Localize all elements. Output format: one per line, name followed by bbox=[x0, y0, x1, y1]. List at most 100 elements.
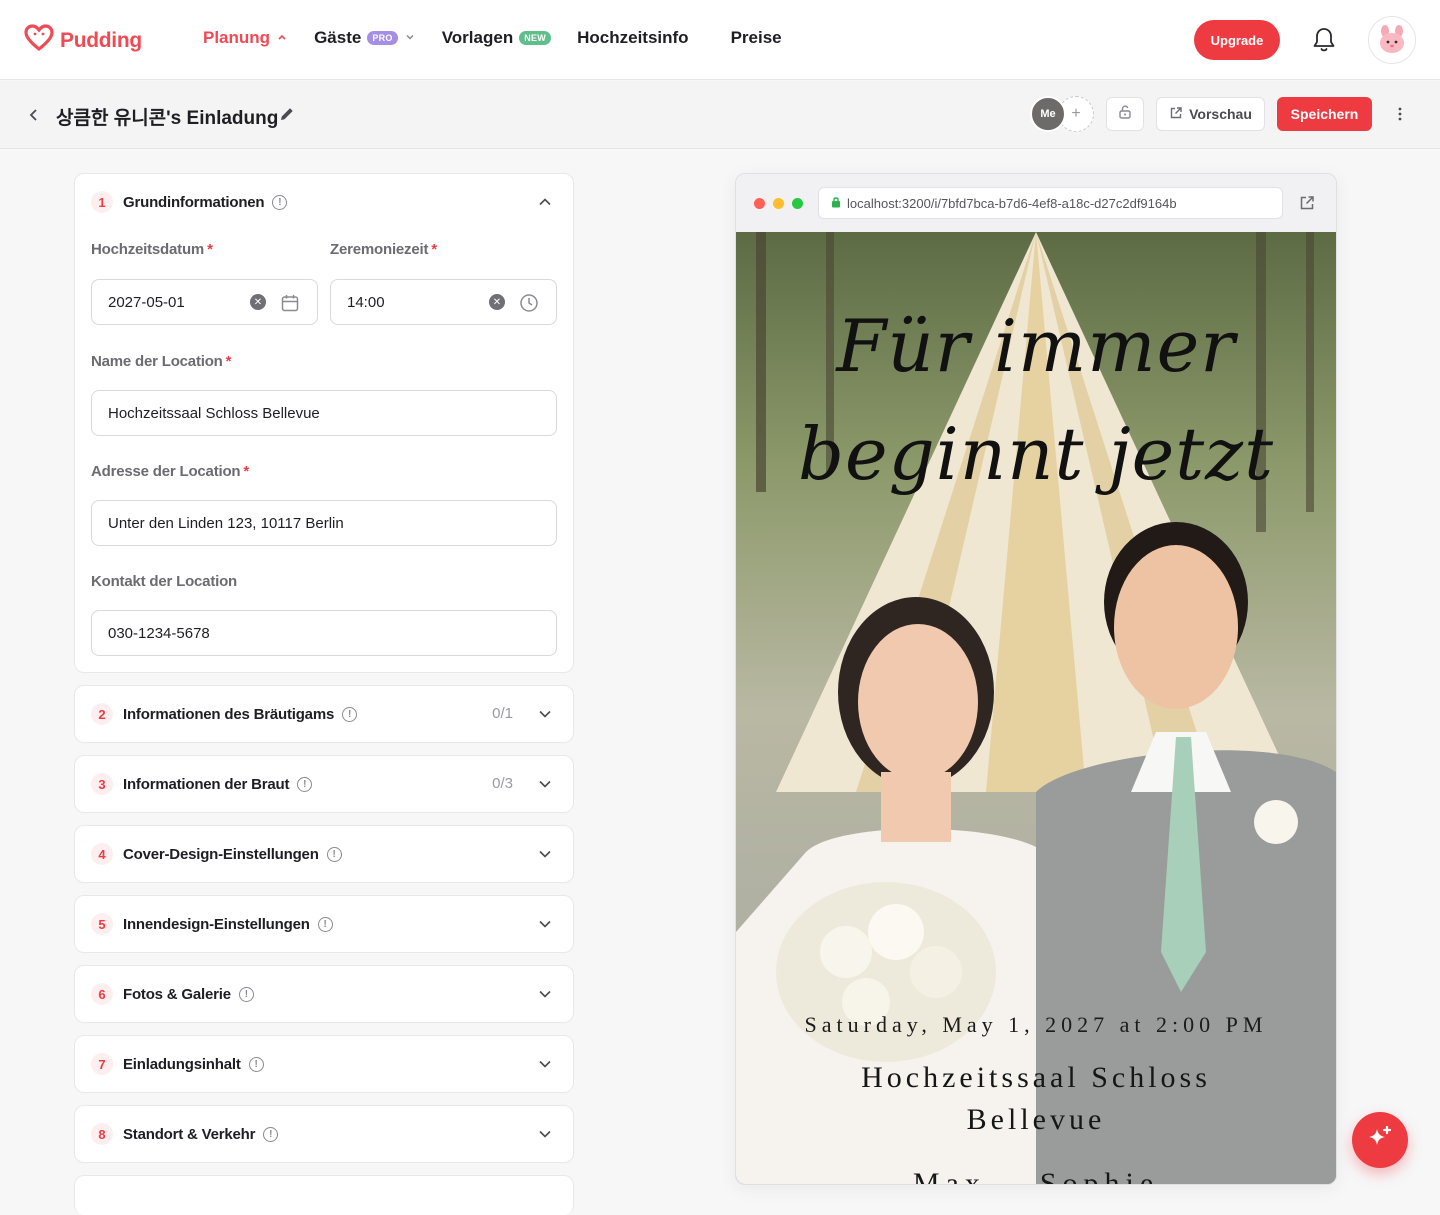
section-header: 5 Innendesign-Einstellungen ! bbox=[91, 913, 333, 935]
section-header: 3 Informationen der Braut ! bbox=[91, 773, 313, 795]
nav-item-gaeste[interactable]: Gäste PRO bbox=[314, 28, 416, 48]
info-icon[interactable]: ! bbox=[272, 194, 288, 210]
cover-photo: Für immer beginnt jetzt Saturday, May 1,… bbox=[736, 232, 1336, 1185]
nav-label: Planung bbox=[203, 28, 271, 47]
bunny-avatar-icon bbox=[1380, 25, 1404, 53]
pencil-icon[interactable] bbox=[278, 105, 296, 123]
chevron-down-icon[interactable] bbox=[537, 986, 553, 1002]
nav-label: Vorlagen bbox=[441, 28, 514, 47]
info-icon[interactable]: ! bbox=[297, 776, 313, 792]
pro-badge: PRO bbox=[367, 31, 398, 45]
section-groom-info[interactable]: 2 Informationen des Bräutigams ! 0/1 bbox=[74, 685, 574, 743]
venue-contact-input[interactable]: 030-1234-5678 bbox=[91, 610, 557, 656]
clear-icon[interactable]: ✕ bbox=[250, 294, 266, 310]
info-icon[interactable]: ! bbox=[317, 916, 333, 932]
chevron-down-icon[interactable] bbox=[537, 706, 553, 722]
section-location-traffic[interactable]: 8 Standort & Verkehr ! bbox=[74, 1105, 574, 1163]
section-number: 6 bbox=[91, 983, 113, 1005]
more-options-icon[interactable] bbox=[1388, 101, 1412, 127]
section-bride-info[interactable]: 3 Informationen der Braut ! 0/3 bbox=[74, 755, 574, 813]
address-label: Adresse der Location * bbox=[91, 463, 250, 480]
bell-icon[interactable] bbox=[1308, 24, 1340, 56]
cover-date: Saturday, May 1, 2027 at 2:00 PM bbox=[804, 1012, 1268, 1037]
heart-logo-icon bbox=[24, 24, 54, 57]
nav-item-planung[interactable]: Planung bbox=[203, 28, 288, 48]
close-dot bbox=[754, 198, 765, 209]
preview-button[interactable]: Vorschau bbox=[1156, 97, 1265, 131]
window-controls bbox=[754, 198, 803, 209]
info-icon[interactable]: ! bbox=[238, 986, 254, 1002]
external-link-icon bbox=[1169, 106, 1183, 123]
time-value: 14:00 bbox=[347, 293, 385, 311]
wedding-date-input[interactable]: 2027-05-01 ✕ bbox=[91, 279, 318, 325]
back-arrow-icon[interactable] bbox=[24, 103, 44, 127]
chevron-down-icon[interactable] bbox=[537, 846, 553, 862]
invitation-preview-window: localhost:3200/i/7bfd7bca-b7d6-4ef8-a18c… bbox=[735, 173, 1337, 1185]
chevron-down-icon[interactable] bbox=[537, 776, 553, 792]
progress-count: 0/3 bbox=[492, 775, 513, 792]
section-next-partial[interactable] bbox=[74, 1175, 574, 1215]
section-title: Informationen des Bräutigams bbox=[123, 705, 335, 723]
save-button[interactable]: Speichern bbox=[1277, 97, 1372, 131]
section-number: 7 bbox=[91, 1053, 113, 1075]
user-avatar[interactable] bbox=[1368, 16, 1416, 64]
venue-address-input[interactable]: Unter den Linden 123, 10117 Berlin bbox=[91, 500, 557, 546]
clock-icon[interactable] bbox=[519, 293, 539, 317]
headline-line-2: beginnt jetzt bbox=[797, 412, 1275, 496]
venue-value: Hochzeitssaal Schloss Bellevue bbox=[108, 404, 320, 422]
venue-line-2: Bellevue bbox=[966, 1103, 1106, 1136]
brand-name: Pudding bbox=[60, 28, 142, 52]
venue-label: Name der Location * bbox=[91, 353, 232, 370]
collaborator-avatar[interactable]: Me bbox=[1030, 96, 1066, 132]
url-bar[interactable]: localhost:3200/i/7bfd7bca-b7d6-4ef8-a18c… bbox=[818, 187, 1283, 219]
section-interior-design[interactable]: 5 Innendesign-Einstellungen ! bbox=[74, 895, 574, 953]
chevron-up-icon bbox=[276, 28, 288, 48]
info-icon[interactable]: ! bbox=[342, 706, 358, 722]
chevron-up-icon[interactable] bbox=[537, 194, 553, 210]
section-number: 8 bbox=[91, 1123, 113, 1145]
section-title: Innendesign-Einstellungen bbox=[123, 915, 310, 933]
ai-assistant-button[interactable] bbox=[1352, 1112, 1408, 1168]
section-number: 3 bbox=[91, 773, 113, 795]
section-header[interactable]: 1 Grundinformationen ! bbox=[91, 191, 288, 213]
section-photos-gallery[interactable]: 6 Fotos & Galerie ! bbox=[74, 965, 574, 1023]
date-label: Hochzeitsdatum * bbox=[91, 241, 213, 258]
calendar-icon[interactable] bbox=[280, 293, 300, 317]
cover-names: Max Sophie bbox=[912, 1167, 1160, 1185]
maximize-dot bbox=[792, 198, 803, 209]
top-navigation: Pudding Planung Gäste PRO Vorlagen NEW H… bbox=[0, 0, 1440, 80]
chevron-down-icon[interactable] bbox=[537, 1126, 553, 1142]
open-external-icon[interactable] bbox=[1298, 194, 1316, 212]
ceremony-time-input[interactable]: 14:00 ✕ bbox=[330, 279, 557, 325]
section-header: 6 Fotos & Galerie ! bbox=[91, 983, 254, 1005]
upgrade-button[interactable]: Upgrade bbox=[1194, 20, 1280, 60]
section-basic-info: 1 Grundinformationen ! Hochzeitsdatum * Z… bbox=[74, 173, 574, 673]
chevron-down-icon[interactable] bbox=[537, 1056, 553, 1072]
section-invitation-content[interactable]: 7 Einladungsinhalt ! bbox=[74, 1035, 574, 1093]
section-title: Fotos & Galerie bbox=[123, 985, 231, 1003]
secure-lock-icon bbox=[831, 196, 841, 211]
brand-logo[interactable]: Pudding bbox=[24, 24, 142, 57]
venue-name-input[interactable]: Hochzeitssaal Schloss Bellevue bbox=[91, 390, 557, 436]
url-text: localhost:3200/i/7bfd7bca-b7d6-4ef8-a18c… bbox=[847, 195, 1177, 211]
section-cover-design[interactable]: 4 Cover-Design-Einstellungen ! bbox=[74, 825, 574, 883]
info-icon[interactable]: ! bbox=[263, 1126, 279, 1142]
lock-open-icon bbox=[1117, 104, 1133, 125]
nav-item-vorlagen[interactable]: Vorlagen NEW bbox=[441, 28, 552, 48]
section-header: 8 Standort & Verkehr ! bbox=[91, 1123, 279, 1145]
section-number: 1 bbox=[91, 191, 113, 213]
invitation-title: 상큼한 유니콘's Einladung bbox=[56, 108, 279, 129]
cover-venue: Hochzeitssaal Schloss Bellevue bbox=[736, 1057, 1336, 1141]
clear-icon[interactable]: ✕ bbox=[489, 294, 505, 310]
chevron-down-icon[interactable] bbox=[537, 916, 553, 932]
minimize-dot bbox=[773, 198, 784, 209]
nav-item-hochzeitsinfo[interactable]: Hochzeitsinfo bbox=[577, 28, 688, 48]
info-icon[interactable]: ! bbox=[248, 1056, 264, 1072]
contact-label: Kontakt der Location bbox=[91, 573, 238, 590]
section-title: Standort & Verkehr bbox=[123, 1125, 256, 1143]
time-label: Zeremoniezeit * bbox=[330, 241, 437, 258]
headline-line-1: Für immer bbox=[836, 304, 1236, 388]
unlock-button[interactable] bbox=[1106, 97, 1144, 131]
nav-item-preise[interactable]: Preise bbox=[731, 28, 782, 48]
info-icon[interactable]: ! bbox=[326, 846, 342, 862]
